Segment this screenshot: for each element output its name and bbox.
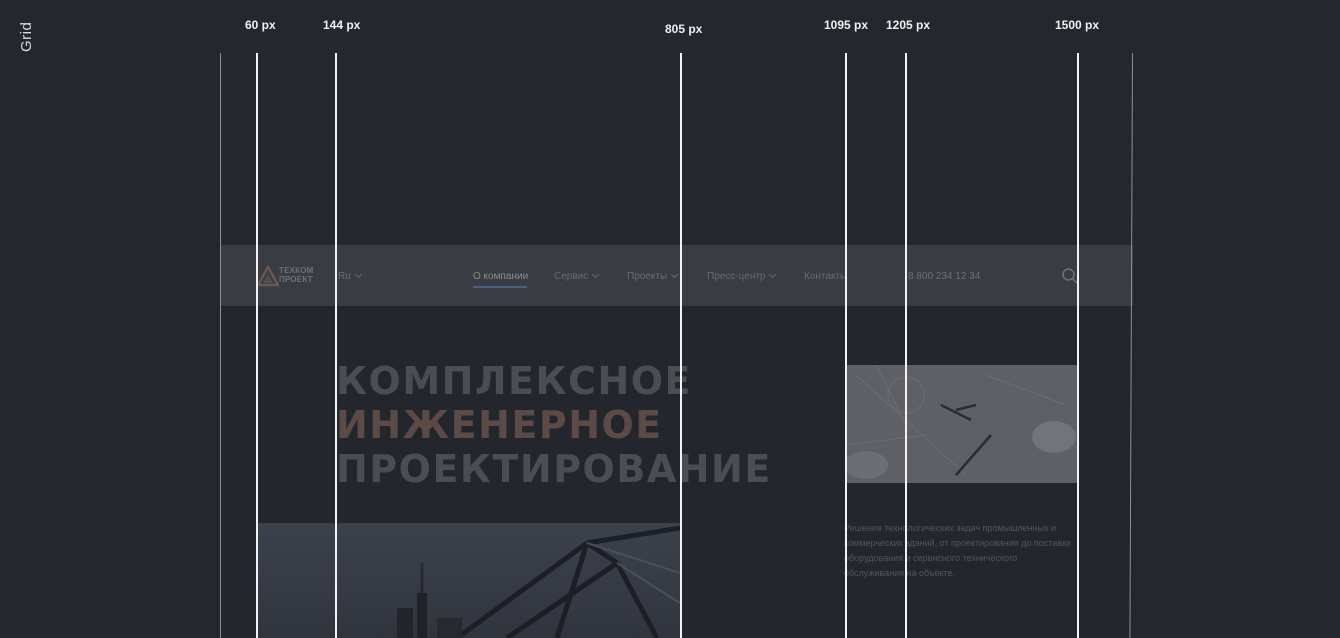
grid-line-1205: [905, 53, 907, 638]
grid-showcase: Grid ТЕХКОМ ПРОЕКТ Ru О компании Сервис …: [0, 0, 1340, 638]
chevron-down-icon: [592, 270, 600, 279]
grid-label-1095: 1095 px: [824, 18, 869, 32]
nav-item-contacts[interactable]: Контакты: [804, 271, 847, 282]
hero-title-line-3: ПРОЕКТИРОВАНИЕ: [336, 447, 772, 491]
logo-triangle-icon: [257, 265, 279, 287]
grid-label-144: 144 px: [323, 18, 361, 32]
nav-item-projects[interactable]: Проекты: [627, 270, 679, 282]
compass-blueprint-image: [846, 365, 1077, 483]
grid-label-1500: 1500 px: [1055, 18, 1100, 32]
nav-projects-label: Проекты: [627, 271, 668, 282]
grid-line-805: [680, 53, 682, 638]
nav-press-label: Пресс-центр: [707, 271, 766, 282]
construction-photo: [257, 523, 680, 638]
nav-item-press[interactable]: Пресс-центр: [707, 270, 777, 282]
grid-side-label: Grid: [18, 21, 35, 52]
grid-line-144: [335, 53, 337, 638]
hero-title-line-2: ИНЖЕНЕРНОЕ: [336, 403, 663, 447]
language-selector[interactable]: Ru: [338, 270, 362, 282]
chevron-down-icon: [354, 270, 362, 279]
grid-label-60: 60 px: [245, 18, 276, 32]
grid-label-1205: 1205 px: [886, 18, 931, 32]
language-label: Ru: [338, 271, 351, 282]
nav-service-label: Сервис: [554, 271, 589, 282]
logo-text: ТЕХКОМ ПРОЕКТ: [279, 266, 314, 284]
steel-structure-image: [257, 523, 680, 638]
grid-line-outer-left: [220, 53, 221, 638]
hero-title-line-1: КОМПЛЕКСНОЕ: [336, 359, 693, 403]
nav-active-underline: [473, 286, 527, 288]
grid-line-1095: [845, 53, 847, 638]
grid-line-1500: [1077, 53, 1079, 638]
nav-item-service[interactable]: Сервис: [554, 270, 600, 282]
chevron-down-icon: [671, 270, 679, 279]
hero-title: КОМПЛЕКСНОЕ ИНЖЕНЕРНОЕ ПРОЕКТИРОВАНИЕ: [336, 359, 772, 491]
drafting-tools-photo: [846, 365, 1077, 483]
nav-item-about[interactable]: О компании: [473, 271, 528, 282]
chevron-down-icon: [769, 270, 777, 279]
site-logo[interactable]: ТЕХКОМ ПРОЕКТ: [257, 265, 321, 287]
phone-number[interactable]: 8 800 234 12 34: [908, 271, 980, 282]
website-mockup: ТЕХКОМ ПРОЕКТ Ru О компании Сервис Проек…: [221, 245, 1133, 638]
grid-label-805: 805 px: [665, 22, 703, 36]
grid-line-60: [256, 53, 258, 638]
hero-description: Решение технологических задач промышленн…: [844, 523, 1072, 578]
site-header: ТЕХКОМ ПРОЕКТ Ru О компании Сервис Проек…: [221, 245, 1133, 306]
